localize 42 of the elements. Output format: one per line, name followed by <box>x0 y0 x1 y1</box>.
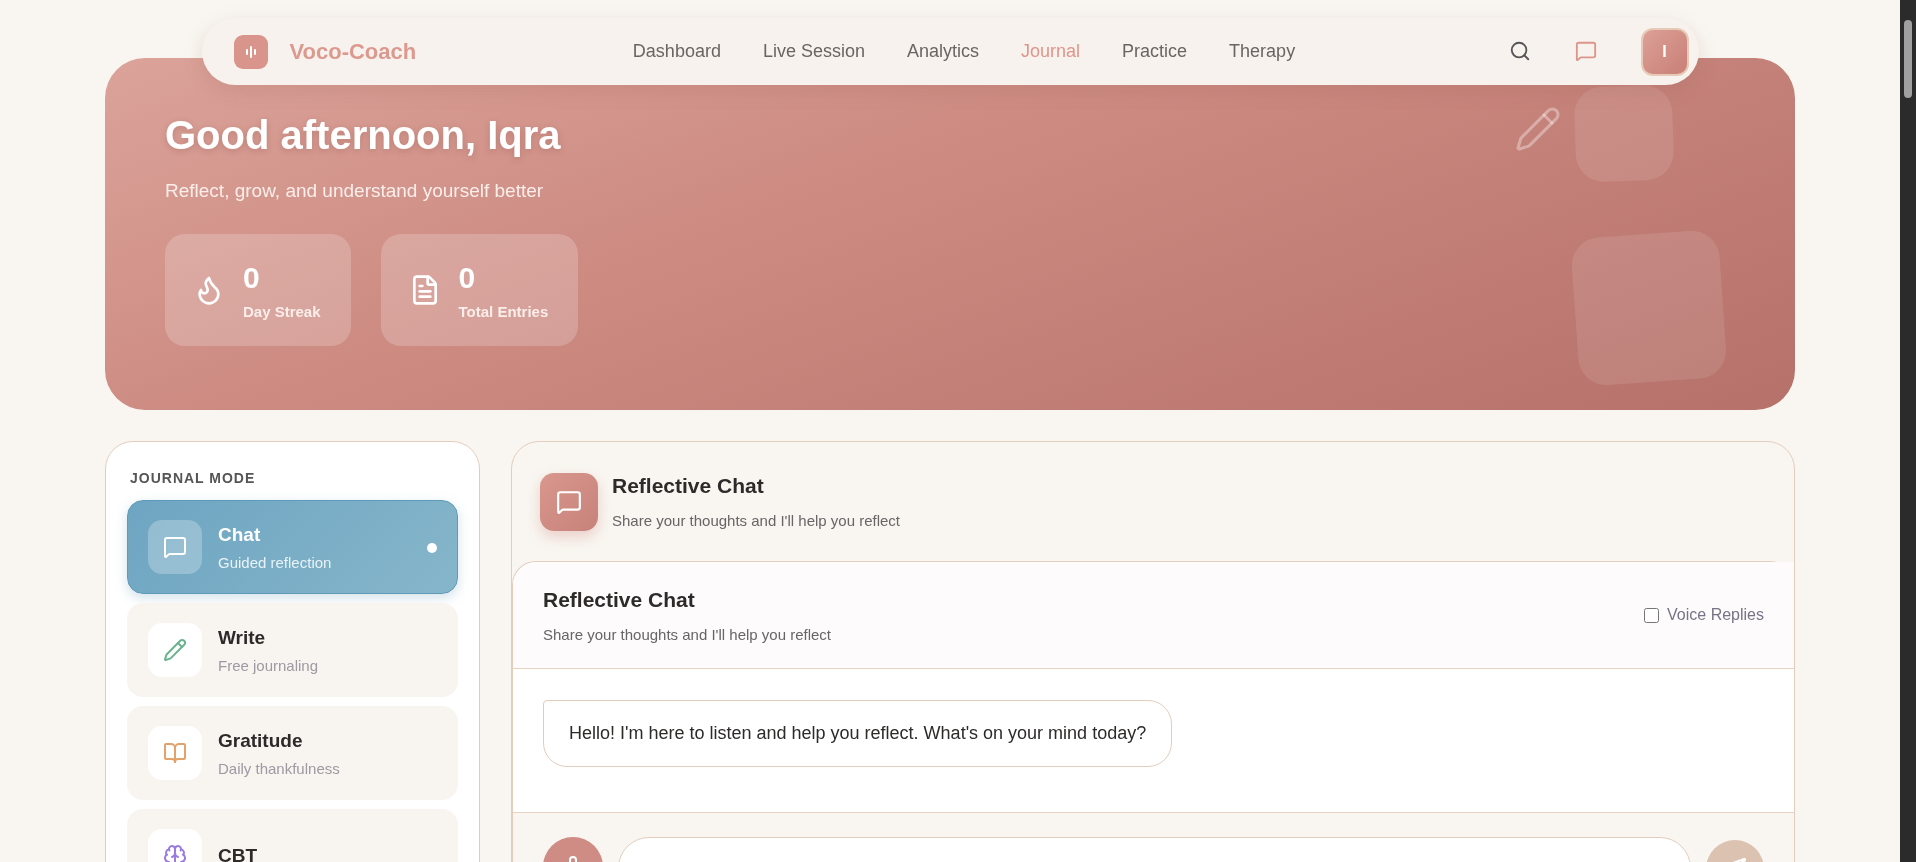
mode-subtitle: Free journaling <box>218 656 319 674</box>
mode-subtitle: Daily thankfulness <box>218 759 340 777</box>
chat-subtitle: Share your thoughts and I'll help you reflect <box>543 625 832 643</box>
section-title: JOURNAL MODE <box>130 470 257 486</box>
brand-name: Voco-Coach <box>289 38 418 65</box>
nav-link[interactable]: Analytics <box>907 41 979 62</box>
mode-title: CBT <box>218 845 258 862</box>
mode-option[interactable]: CBT <box>127 809 458 862</box>
nav-link[interactable]: Therapy <box>1229 41 1296 62</box>
pencil-icon <box>1514 105 1562 153</box>
brain-icon <box>163 844 187 862</box>
stat-value: 0 <box>243 260 261 295</box>
mode-option[interactable]: Write Free journaling <box>127 603 458 697</box>
voice-replies-checkbox[interactable] <box>1644 607 1660 623</box>
nav-link[interactable]: Live Session <box>762 41 865 62</box>
book-icon <box>163 741 187 765</box>
voice-replies-label: Voice Replies <box>1667 606 1764 624</box>
chat-bubble-icon <box>163 535 187 559</box>
greeting: Good afternoon, Iqra <box>165 113 561 158</box>
mode-title: Write <box>218 626 267 649</box>
scrollbar[interactable] <box>1900 0 1916 862</box>
selected-dot <box>427 543 437 553</box>
stat-value: 0 <box>458 260 477 295</box>
mode-option[interactable]: Gratitude Daily thankfulness <box>127 706 458 800</box>
mode-title: Chat <box>218 523 262 546</box>
mode-subtitle: Guided reflection <box>218 553 332 571</box>
assistant-message: Hello! I'm here to listen and help you reflect. What's on your mind today? <box>543 700 1173 767</box>
message-icon[interactable] <box>1574 39 1599 64</box>
scrollbar-thumb[interactable] <box>1904 20 1912 98</box>
stat-label: Day Streak <box>243 302 321 320</box>
mode-title: Gratitude <box>218 729 304 752</box>
pencil-icon <box>163 638 187 662</box>
nav-link[interactable]: Practice <box>1122 41 1188 62</box>
chat-bubble-icon <box>556 488 582 515</box>
chat-title: Reflective Chat <box>543 587 696 612</box>
hero-subtitle: Reflect, grow, and understand yourself better <box>165 180 545 202</box>
panel-subtitle: Share your thoughts and I'll help you reflect <box>612 512 901 529</box>
panel-title: Reflective Chat <box>612 474 765 498</box>
nav-link[interactable]: Dashboard <box>632 41 721 62</box>
stat-label: Total Entries <box>458 302 549 320</box>
logo-icon <box>233 34 268 69</box>
voice-replies-toggle[interactable]: Voice Replies <box>1644 606 1764 624</box>
